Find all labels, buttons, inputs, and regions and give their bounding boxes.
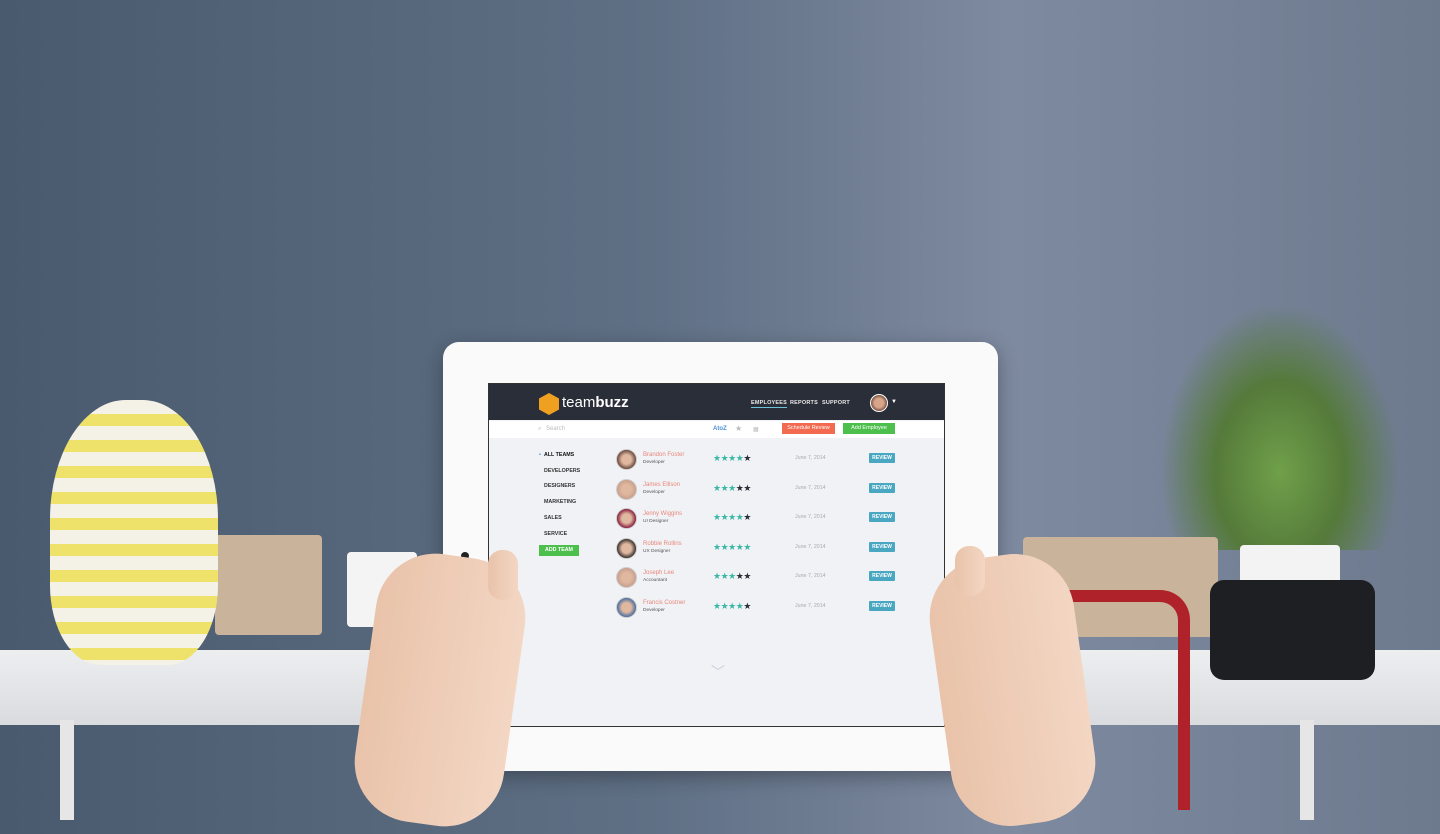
sidebar-item-sales[interactable]: SALES [544, 515, 562, 521]
star-icon: ★ [728, 482, 736, 493]
star-icon: ★ [713, 482, 721, 493]
rating-stars: ★★★★★ [713, 571, 751, 582]
star-icon: ★ [728, 453, 736, 463]
star-sort-icon[interactable]: ★ [735, 424, 742, 433]
employee-role: Developer [643, 608, 665, 613]
chevron-down-icon[interactable]: ﹀ [711, 662, 725, 682]
logo[interactable]: teambuzz [562, 394, 629, 411]
rating-stars: ★★★★★ [713, 542, 751, 553]
rating-stars: ★★★★★ [713, 512, 751, 523]
star-icon: ★ [713, 512, 721, 523]
employee-row: Francis Costner Developer ★★★★★ June 7, … [615, 597, 905, 619]
left-thumb [488, 550, 518, 600]
review-date: June 7, 2014 [795, 484, 826, 491]
star-icon: ★ [728, 601, 736, 611]
employee-name[interactable]: James Ellison [643, 482, 680, 488]
review-date: June 7, 2014 [795, 603, 826, 609]
employee-name[interactable]: Brandon Foster [643, 452, 684, 458]
employee-role: UI Designer [643, 519, 669, 525]
desk-leg [60, 720, 74, 820]
review-date: June 7, 2014 [795, 455, 826, 461]
employee-avatar[interactable] [616, 537, 637, 559]
review-button[interactable]: REVIEW [869, 482, 895, 493]
nav-employees[interactable]: EMPLOYEES [751, 400, 788, 408]
nav-reports[interactable]: REPORTS [790, 400, 818, 406]
sidebar-item-designers[interactable]: DESIGNERS [544, 483, 575, 489]
sidebar-item-service[interactable]: SERVICE [544, 531, 567, 537]
plant [1150, 290, 1410, 550]
review-button[interactable]: REVIEW [869, 571, 895, 582]
radio [215, 535, 322, 635]
active-dot: • [539, 452, 541, 458]
star-icon: ★ [713, 453, 721, 463]
employee-row: Jenny Wiggins UI Designer ★★★★★ June 7, … [615, 508, 905, 530]
logo-text: team [562, 394, 596, 411]
review-button[interactable]: REVIEW [869, 453, 895, 463]
employee-role: UX Designer [643, 548, 671, 554]
review-date: June 7, 2014 [795, 573, 826, 580]
star-icon: ★ [743, 512, 751, 523]
star-icon: ★ [743, 482, 751, 493]
add-employee-button[interactable]: Add Employee [843, 423, 895, 434]
star-icon: ★ [713, 541, 721, 552]
employee-avatar[interactable] [616, 508, 637, 530]
rating-stars: ★★★★★ [713, 601, 751, 612]
employee-role: Developer [643, 460, 665, 465]
employee-name[interactable]: Robbie Rollins [643, 541, 682, 547]
desk-leg [1300, 720, 1314, 820]
employee-role: Accountant [643, 578, 668, 584]
employee-avatar[interactable] [616, 478, 637, 500]
star-icon: ★ [728, 541, 736, 552]
star-icon: ★ [728, 512, 736, 523]
search-input[interactable]: Search [546, 426, 565, 432]
employee-row: James Ellison Developer ★★★★★ June 7, 20… [615, 478, 905, 501]
star-icon: ★ [743, 541, 751, 552]
employee-name[interactable]: Jenny Wiggins [643, 511, 682, 517]
star-icon: ★ [743, 571, 751, 582]
employee-avatar[interactable] [616, 449, 637, 470]
star-icon: ★ [743, 601, 751, 611]
nav-support[interactable]: SUPPORT [822, 400, 850, 406]
review-date: June 7, 2014 [795, 514, 826, 521]
employee-role: Developer [643, 489, 665, 495]
sidebar-item-developers[interactable]: DEVELOPERS [544, 468, 580, 474]
camera [1210, 580, 1375, 680]
star-icon: ★ [713, 571, 721, 582]
vase [50, 400, 218, 665]
caret-down-icon[interactable]: ▼ [891, 399, 897, 405]
sidebar-item-marketing[interactable]: MARKETING [544, 499, 576, 505]
review-date: June 7, 2014 [795, 543, 826, 550]
rating-stars: ★★★★★ [713, 483, 751, 494]
user-avatar[interactable] [870, 394, 888, 412]
employee-avatar[interactable] [616, 597, 637, 618]
rating-stars: ★★★★★ [713, 453, 751, 464]
employee-row: Robbie Rollins UX Designer ★★★★★ June 7,… [615, 537, 905, 560]
calendar-icon[interactable]: ▦ [753, 426, 759, 433]
employee-avatar[interactable] [616, 567, 637, 589]
employee-row: Brandon Foster Developer ★★★★★ June 7, 2… [615, 449, 905, 471]
search-icon: ⌕ [538, 426, 542, 432]
star-icon: ★ [713, 601, 721, 611]
app-screen: teambuzz EMPLOYEES REPORTS SUPPORT ▼ ⌕ S… [488, 383, 945, 727]
star-icon: ★ [728, 571, 736, 582]
review-button[interactable]: REVIEW [869, 512, 895, 523]
employee-row: Joseph Lee Accountant ★★★★★ June 7, 2014… [615, 567, 905, 589]
sort-az-button[interactable]: AtoZ [713, 426, 727, 432]
logo-text-bold: buzz [595, 394, 629, 411]
schedule-review-button[interactable]: Schedule Review [782, 423, 835, 434]
review-button[interactable]: REVIEW [869, 601, 895, 611]
sidebar-item-all-teams[interactable]: ALL TEAMS [544, 452, 574, 458]
add-team-button[interactable]: ADD TEAM [539, 545, 579, 556]
star-icon: ★ [743, 453, 751, 463]
employee-name[interactable]: Francis Costner [643, 600, 685, 606]
right-thumb [955, 546, 985, 596]
employee-name[interactable]: Joseph Lee [643, 570, 674, 576]
review-button[interactable]: REVIEW [869, 541, 895, 552]
